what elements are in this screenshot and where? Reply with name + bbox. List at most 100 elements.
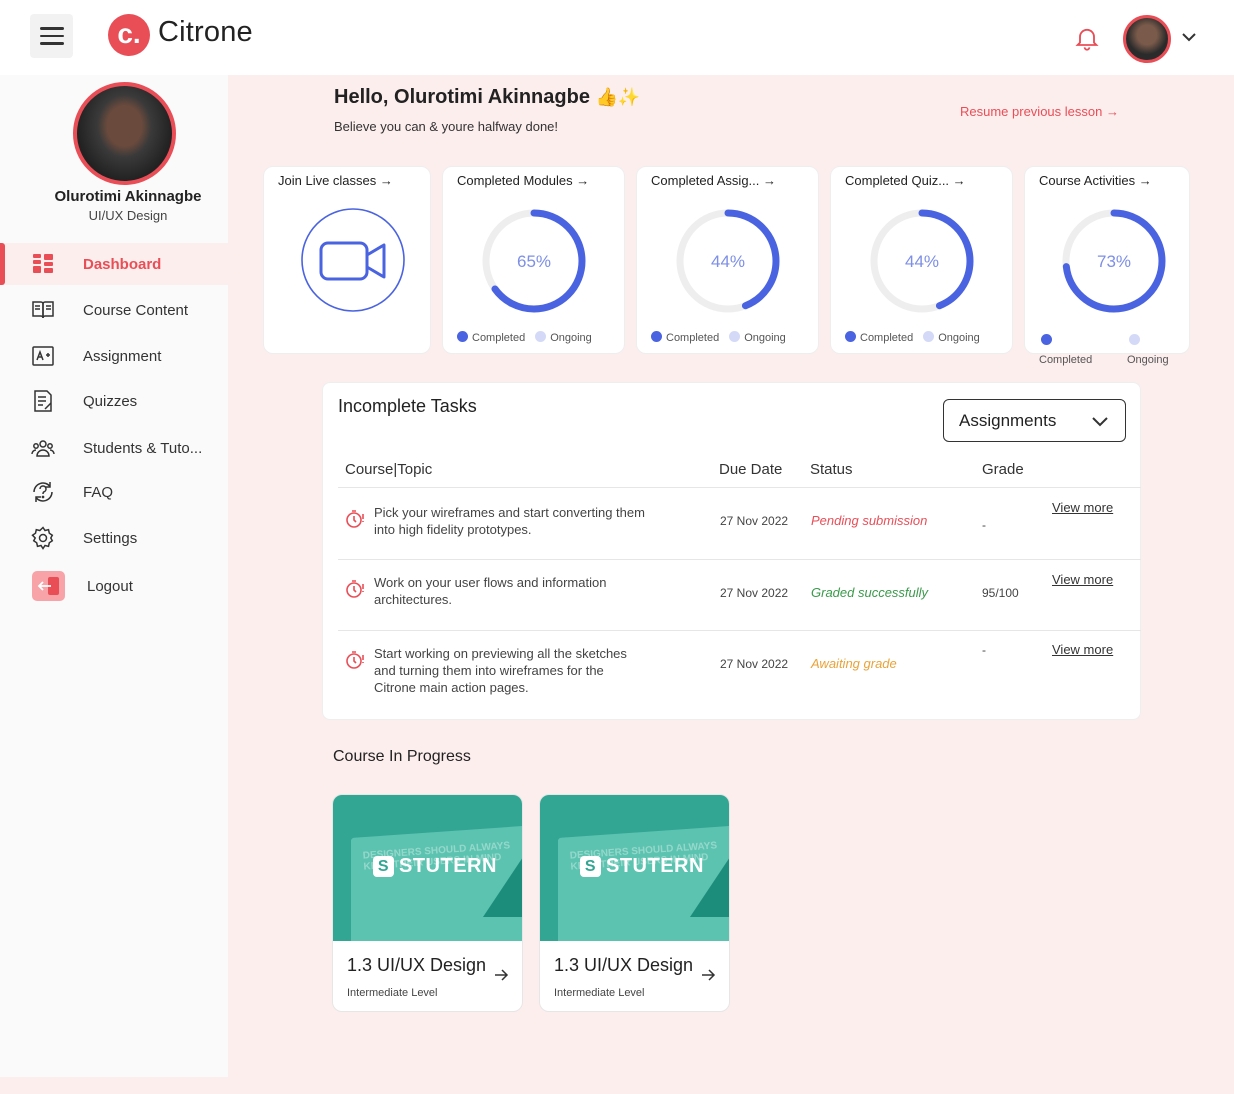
table-row: Pick your wireframes and start convertin… — [338, 487, 1141, 559]
task-status: Pending submission — [811, 513, 928, 528]
incomplete-tasks-panel: Incomplete Tasks Assignments Course|Topi… — [322, 382, 1141, 720]
citrone-logo-icon: c. — [108, 14, 150, 56]
stat-card-live-classes[interactable]: Join Live classes → — [263, 166, 431, 354]
stat-card-completed-assignments[interactable]: Completed Assig... → 44% Completed Ongoin… — [636, 166, 819, 354]
panel-title: Incomplete Tasks — [338, 396, 477, 416]
sidebar-item-students-tutors[interactable]: Students & Tuto... — [0, 427, 228, 469]
sidebar-item-settings[interactable]: Settings — [0, 517, 228, 559]
sidebar-item-logout[interactable]: Logout — [0, 565, 228, 607]
sidebar-item-label: Logout — [87, 577, 133, 595]
legend-completed-label: Completed — [1039, 354, 1093, 366]
quiz-icon — [34, 390, 52, 412]
ring-percent-label: 44% — [711, 252, 745, 271]
sidebar-item-label: Dashboard — [83, 255, 162, 273]
timer-alert-icon — [346, 580, 364, 598]
arrow-right-icon: → — [1105, 104, 1119, 119]
stat-card-completed-modules[interactable]: Completed Modules → 65% Completed Ongoing — [442, 166, 625, 354]
thumbs-up-sparkle-icon: 👍✨ — [595, 87, 641, 107]
stat-card-completed-quizzes[interactable]: Completed Quiz... → 44% Completed Ongoing — [830, 166, 1013, 354]
task-grade: - — [982, 643, 986, 657]
chevron-down-icon[interactable] — [1180, 30, 1198, 44]
task-due-date: 27 Nov 2022 — [720, 514, 789, 528]
hamburger-menu-button[interactable] — [30, 14, 73, 58]
sidebar: Olurotimi Akinnagbe UI/UX Design Dashboa… — [0, 75, 228, 1077]
ring-percent-label: 73% — [1097, 252, 1131, 271]
column-header-status: Status — [810, 461, 853, 478]
course-name: 1.3 UI/UX Design — [347, 955, 487, 975]
course-card[interactable]: DESIGNERS SHOULD ALWAYS KEEP THEIR USERS… — [539, 794, 730, 1012]
sidebar-item-label: FAQ — [83, 483, 114, 501]
course-card[interactable]: DESIGNERS SHOULD ALWAYS KEEP THEIR USERS… — [332, 794, 523, 1012]
stutern-logo: S STUTERN — [580, 855, 704, 878]
notification-bell-icon[interactable] — [1073, 24, 1101, 52]
help-icon — [33, 482, 53, 502]
sidebar-item-faq[interactable]: FAQ — [0, 471, 228, 513]
top-bar: c. Citrone — [0, 0, 1234, 75]
stat-card-course-activities[interactable]: Course Activities → 73% — [1024, 166, 1190, 354]
course-thumbnail: DESIGNERS SHOULD ALWAYS KEEP THEIR USERS… — [540, 795, 729, 941]
user-avatar[interactable] — [1123, 15, 1171, 63]
greeting-title: Hello, Olurotimi Akinnagbe 👍✨ — [334, 86, 641, 108]
stutern-logo: S STUTERN — [373, 855, 497, 878]
task-topic: Pick your wireframes and start convertin… — [374, 505, 645, 537]
sidebar-item-label: Quizzes — [83, 392, 138, 410]
sidebar-item-assignment[interactable]: Assignment — [0, 335, 228, 377]
card-title: Course Activities → — [1039, 173, 1152, 188]
sidebar-item-dashboard[interactable]: Dashboard — [0, 243, 228, 285]
active-indicator — [0, 243, 5, 285]
task-grade: 95/100 — [982, 586, 1019, 600]
progress-ring: 73% — [1062, 209, 1166, 313]
arrow-right-icon[interactable] — [493, 967, 509, 983]
card-title: Completed Modules → — [457, 173, 590, 188]
profile-name: Olurotimi Akinnagbe — [54, 188, 202, 205]
users-icon — [31, 440, 55, 457]
arrow-right-icon: → — [763, 173, 777, 188]
legend-ongoing-label: Ongoing — [1127, 354, 1169, 366]
column-header-topic: Course|Topic — [345, 461, 433, 478]
task-due-date: 27 Nov 2022 — [720, 657, 789, 671]
card-title: Completed Assig... → — [651, 173, 777, 188]
app-name: Citrone — [158, 16, 253, 48]
arrow-right-icon: → — [576, 173, 590, 188]
task-status: Awaiting grade — [811, 656, 897, 671]
task-topic: Work on your user flows and information … — [374, 575, 607, 607]
dashboard-icon — [33, 254, 53, 273]
view-more-link[interactable]: View more — [1052, 572, 1113, 587]
progress-ring: 65% — [482, 209, 586, 313]
sidebar-item-label: Settings — [83, 529, 138, 547]
logout-icon — [32, 571, 65, 601]
sidebar-item-label: Students & Tuto... — [83, 439, 203, 457]
progress-ring: 44% — [870, 209, 974, 313]
course-thumbnail: DESIGNERS SHOULD ALWAYS KEEP THEIR USERS… — [333, 795, 522, 941]
card-title: Join Live classes → — [278, 173, 393, 188]
ring-percent-label: 44% — [905, 252, 939, 271]
profile-avatar — [73, 82, 176, 185]
sidebar-item-label: Course Content — [83, 301, 189, 319]
course-level: Intermediate Level — [347, 987, 438, 999]
greeting-subtitle: Believe you can & youre halfway done! — [334, 119, 559, 134]
column-header-grade: Grade — [982, 461, 1024, 478]
arrow-right-icon: → — [1138, 173, 1152, 188]
resume-lesson-link[interactable]: Resume previous lesson → — [960, 104, 1119, 119]
course-name: 1.3 UI/UX Design — [554, 955, 694, 975]
arrow-right-icon[interactable] — [700, 967, 716, 983]
chevron-down-icon — [1092, 417, 1108, 427]
task-status: Graded successfully — [811, 585, 929, 600]
sidebar-item-quizzes[interactable]: Quizzes — [0, 380, 228, 422]
ring-legend: Completed Ongoing — [457, 331, 592, 344]
task-grade: - — [982, 518, 986, 532]
course-level: Intermediate Level — [554, 987, 645, 999]
profile-role: UI/UX Design — [88, 208, 168, 223]
view-more-link[interactable]: View more — [1052, 500, 1113, 515]
arrow-right-icon: → — [379, 173, 393, 188]
view-more-link[interactable]: View more — [1052, 642, 1113, 657]
ring-legend: Completed Ongoing — [845, 331, 980, 344]
card-title: Completed Quiz... → — [845, 173, 966, 188]
sidebar-item-course-content[interactable]: Course Content — [0, 289, 228, 331]
video-icon[interactable] — [300, 207, 406, 313]
progress-ring: 44% — [676, 209, 780, 313]
gear-icon — [31, 526, 54, 550]
timer-alert-icon — [346, 651, 364, 669]
task-filter-select[interactable]: Assignments — [943, 399, 1126, 442]
ring-legend: Completed Ongoing — [651, 331, 786, 344]
